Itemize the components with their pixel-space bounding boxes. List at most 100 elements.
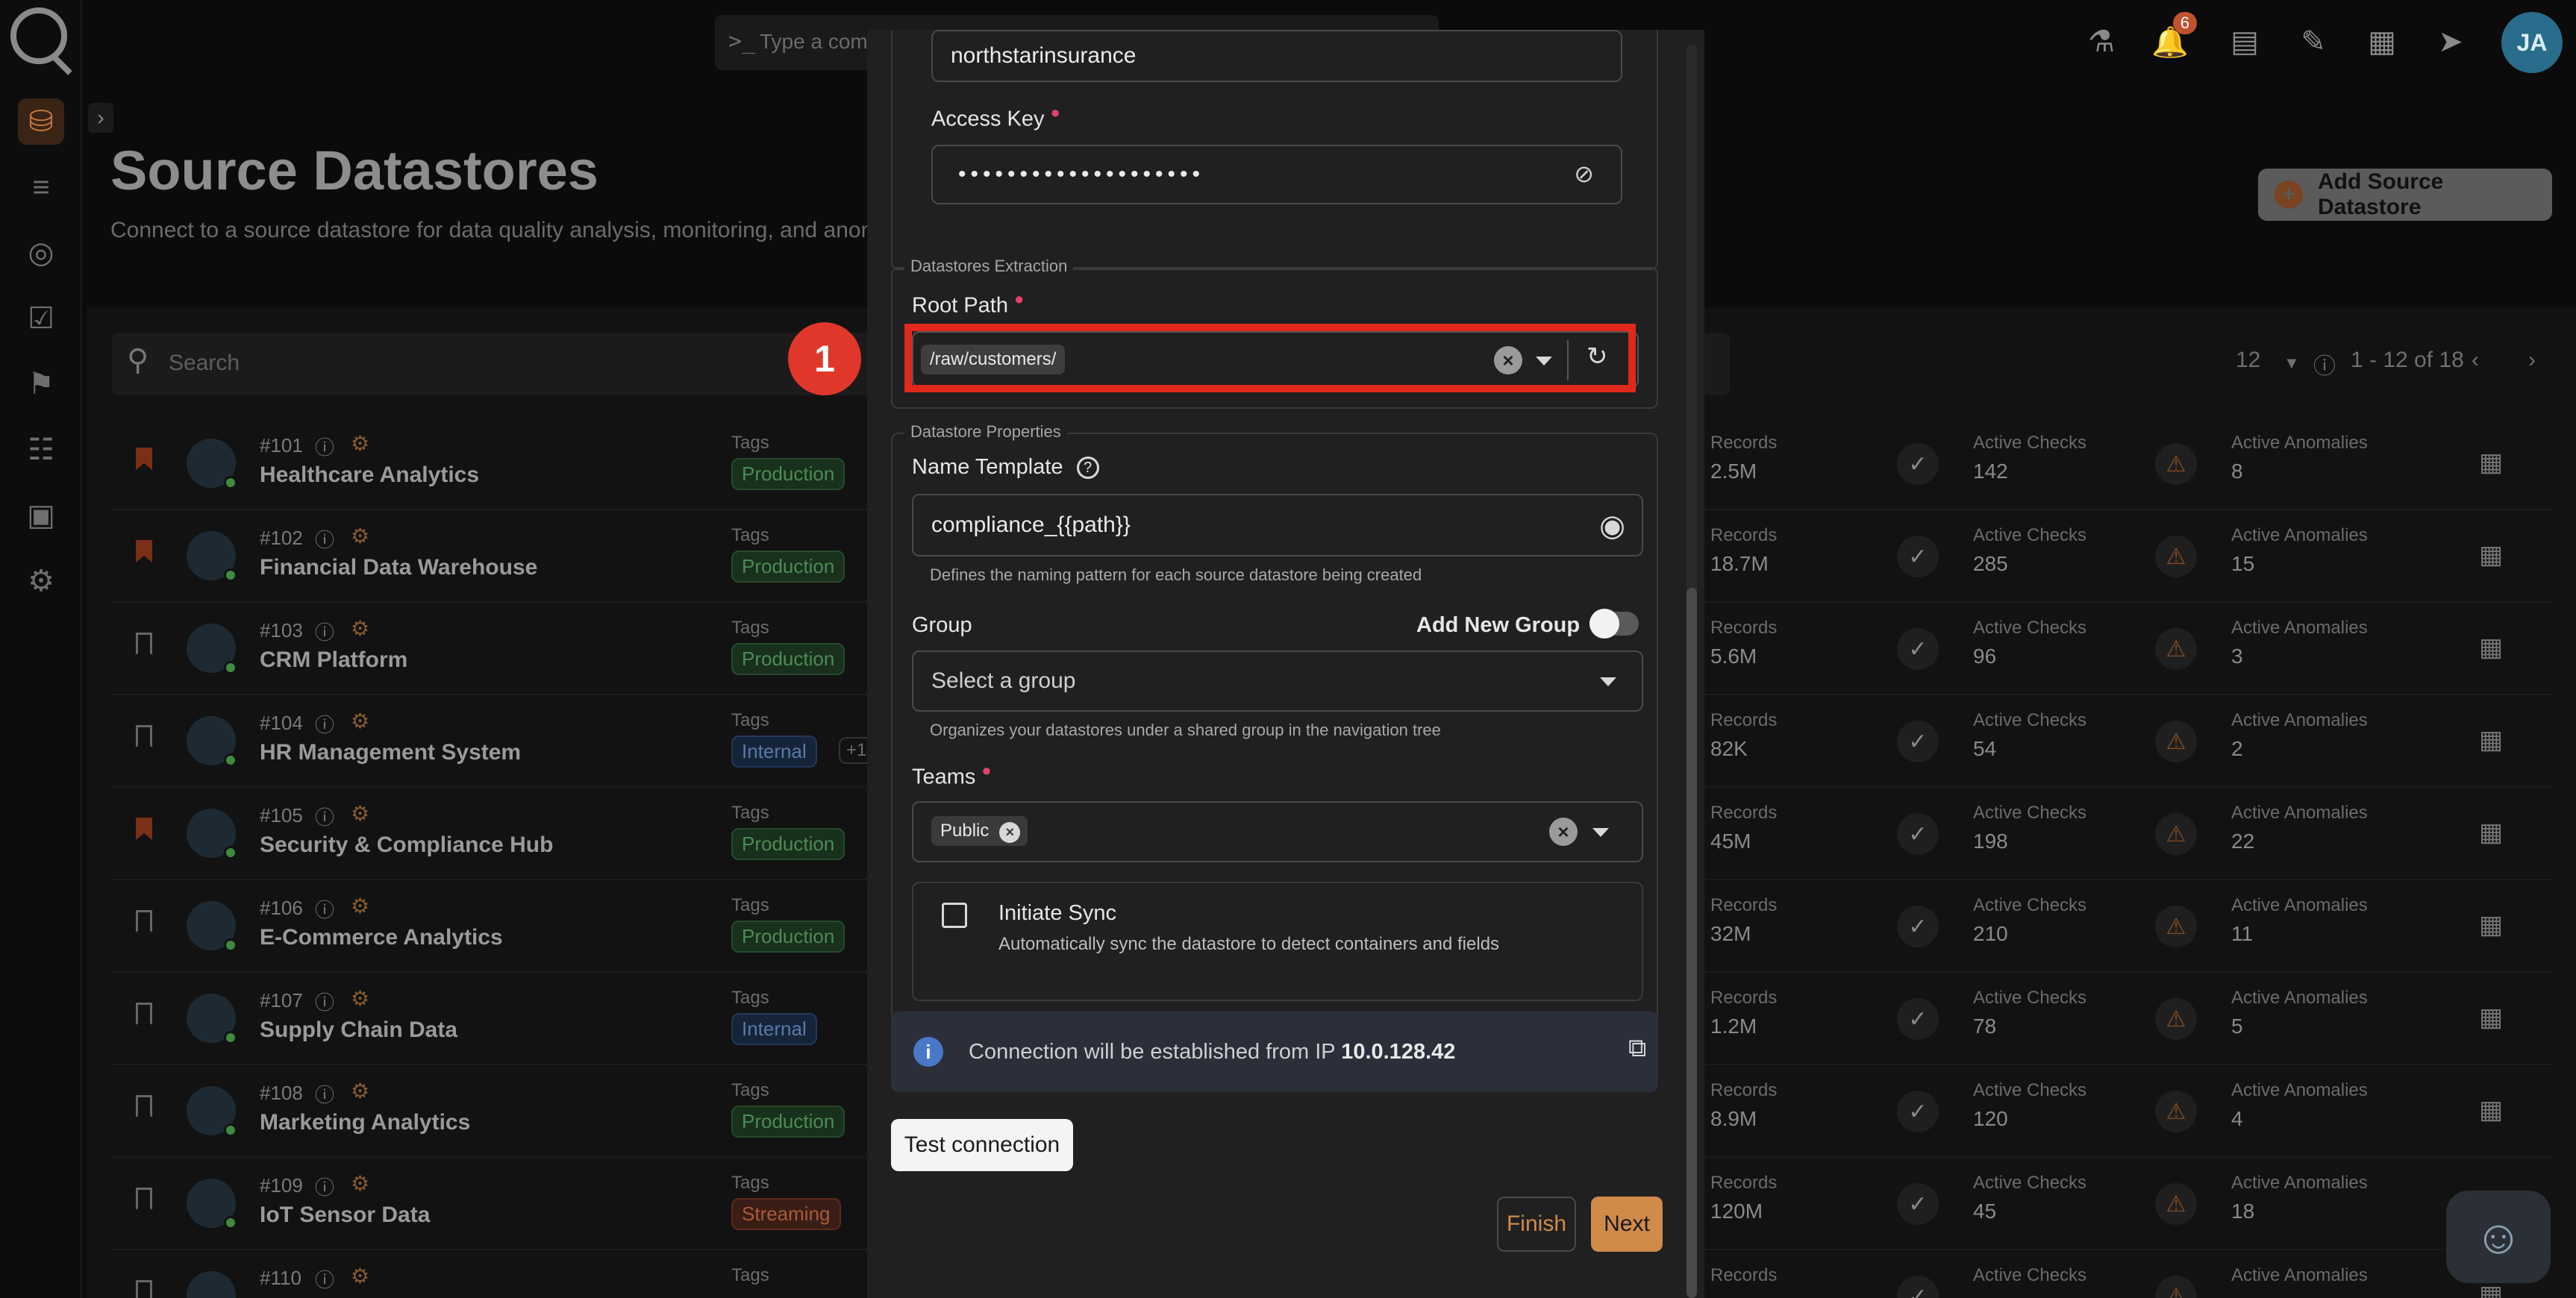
datastore-name[interactable]: Healthcare Analytics: [260, 463, 479, 488]
page-size-select[interactable]: 12: [2236, 348, 2260, 373]
next-page-icon[interactable]: ›: [2528, 348, 2536, 373]
explore-compass-icon[interactable]: ◎: [18, 230, 64, 276]
test-connection-button[interactable]: Test connection: [891, 1119, 1073, 1171]
calendar-icon[interactable]: ▦: [2479, 1003, 2503, 1032]
info-icon[interactable]: ⓘ: [315, 1080, 334, 1108]
clear-teams-icon[interactable]: ×: [1549, 818, 1578, 846]
teams-select[interactable]: Public × ×: [912, 801, 1643, 862]
warning-triangle-icon: ⚠: [2155, 536, 2197, 577]
page-range: 1 - 12 of 18: [2351, 348, 2464, 372]
calendar-icon[interactable]: ▦: [2479, 448, 2503, 477]
assistant-bot-icon[interactable]: ☺: [2446, 1191, 2551, 1283]
copy-icon[interactable]: ⧉: [1628, 1034, 1646, 1063]
group-dropdown-icon[interactable]: [1600, 677, 1616, 686]
bookmark-icon[interactable]: [136, 540, 152, 562]
remove-team-icon[interactable]: ×: [999, 822, 1021, 843]
add-source-datastore-button[interactable]: + Add Source Datastore: [2258, 169, 2552, 221]
datastore-id: #102: [260, 527, 303, 549]
account-value: northstarinsurance: [951, 43, 1137, 68]
calendar-icon[interactable]: ▦: [2479, 540, 2503, 570]
datastore-logo-icon: [187, 1271, 236, 1298]
status-dot: [224, 568, 237, 582]
datastores-icon[interactable]: ⛁: [18, 98, 64, 145]
initiate-sync-checkbox[interactable]: [942, 903, 967, 928]
info-icon[interactable]: ⓘ: [315, 803, 334, 830]
prev-page-icon[interactable]: ‹: [2472, 348, 2479, 373]
magic-wand-icon[interactable]: ✎: [2291, 19, 2336, 64]
info-icon[interactable]: ⓘ: [315, 1173, 334, 1200]
bookmark-icon[interactable]: [136, 818, 152, 840]
tag-badge: Internal: [731, 736, 817, 768]
info-icon[interactable]: ⓘ: [315, 433, 334, 460]
info-icon[interactable]: ⓘ: [315, 895, 334, 923]
team-chip-public[interactable]: Public ×: [931, 816, 1028, 846]
announcements-megaphone-icon[interactable]: ➤: [2428, 19, 2473, 64]
left-nav-rail: ⛁ ≡ ◎ ☑ ⚑ ☷ ▣ ⚙: [0, 0, 82, 1298]
datastore-name[interactable]: Supply Chain Data: [260, 1018, 457, 1043]
notifications-bell-icon[interactable]: 🔔 6: [2148, 12, 2197, 64]
hide-password-eye-off-icon[interactable]: ⊘: [1574, 160, 1594, 188]
datastore-name[interactable]: Financial Data Warehouse: [260, 555, 537, 580]
flask-icon[interactable]: ⚗: [2079, 19, 2124, 64]
hierarchy-icon[interactable]: ☷: [18, 427, 64, 473]
access-key-field[interactable]: •••••••••••••••••••• ⊘: [931, 145, 1622, 204]
warning-triangle-icon: ⚠: [2155, 443, 2197, 485]
teams-dropdown-icon[interactable]: [1592, 828, 1609, 837]
info-icon: i: [913, 1037, 943, 1067]
name-template-input[interactable]: compliance_{{path}} ◉: [912, 494, 1643, 556]
bookmark-icon[interactable]: [136, 1280, 152, 1298]
agent-robot-icon[interactable]: ▣: [18, 492, 64, 539]
bookmark-icon[interactable]: [136, 448, 152, 470]
bookmark-icon[interactable]: [136, 1095, 152, 1117]
calendar-icon[interactable]: ▦: [2479, 910, 2503, 940]
group-select[interactable]: Select a group: [912, 650, 1643, 712]
info-icon[interactable]: ⓘ: [315, 1265, 334, 1293]
initiate-sync-help: Automatically sync the datastore to dete…: [998, 934, 1500, 954]
checks-icon[interactable]: ☑: [18, 295, 64, 342]
datastore-name[interactable]: E-Commerce Analytics: [260, 925, 503, 950]
user-avatar[interactable]: JA: [2501, 12, 2563, 73]
info-icon[interactable]: ⓘ: [315, 710, 334, 738]
tag-badge: Production: [731, 1106, 845, 1138]
active-checks-icon: ✓: [1897, 1276, 1939, 1298]
bookmark-icon[interactable]: [136, 1188, 152, 1210]
account-field[interactable]: northstarinsurance: [931, 30, 1622, 82]
datastore-name[interactable]: Marketing Analytics: [260, 1110, 470, 1135]
active-checks-value: 120: [1973, 1107, 2008, 1130]
info-icon[interactable]: ⓘ: [315, 618, 334, 645]
finish-button[interactable]: Finish: [1497, 1197, 1576, 1252]
name-template-help: Defines the naming pattern for each sour…: [930, 565, 1422, 584]
bookmark-icon[interactable]: [136, 1003, 152, 1025]
preview-eye-icon[interactable]: ◉: [1599, 509, 1625, 543]
next-button[interactable]: Next: [1591, 1197, 1663, 1252]
info-icon[interactable]: ⓘ: [315, 988, 334, 1015]
records-value: 8.9M: [1710, 1107, 1757, 1130]
warning-triangle-icon: ⚠: [2155, 628, 2197, 670]
enrichment-icon[interactable]: ≡: [18, 164, 64, 210]
tag-badge: Production: [731, 458, 845, 490]
tags-icon[interactable]: ⚑: [18, 361, 64, 407]
datastore-name[interactable]: IoT Sensor Data: [260, 1203, 430, 1228]
help-circle-icon[interactable]: ⓘ: [2313, 348, 2336, 380]
datastore-name[interactable]: HR Management System: [260, 740, 521, 765]
expand-sidebar-chevron-icon[interactable]: ›: [88, 103, 113, 133]
help-question-icon[interactable]: ?: [1076, 457, 1099, 480]
calendar-icon[interactable]: ▦: [2479, 725, 2503, 755]
datastore-name[interactable]: Security & Compliance Hub: [260, 833, 553, 858]
active-checks-value: 78: [1973, 1015, 1997, 1038]
reports-icon[interactable]: ▤: [2222, 19, 2267, 64]
bookmark-icon[interactable]: [136, 910, 152, 932]
bookmark-icon[interactable]: [136, 725, 152, 747]
calendar-icon[interactable]: ▦: [2479, 633, 2503, 662]
bookmark-icon[interactable]: [136, 633, 152, 655]
calendar-icon[interactable]: ▦: [2479, 818, 2503, 847]
warning-triangle-icon: ⚠: [2155, 1091, 2197, 1132]
info-icon[interactable]: ⓘ: [315, 525, 334, 553]
modal-scrollbar-thumb[interactable]: [1686, 588, 1697, 1298]
settings-gear-icon[interactable]: ⚙: [18, 558, 64, 604]
add-new-group-toggle[interactable]: [1589, 609, 1639, 639]
calendar-icon[interactable]: ▦: [2479, 1095, 2503, 1125]
page-size-chevron-icon[interactable]: ▼: [2283, 354, 2300, 373]
apps-grid-icon[interactable]: ▦: [2360, 19, 2404, 64]
datastore-name[interactable]: CRM Platform: [260, 648, 407, 673]
